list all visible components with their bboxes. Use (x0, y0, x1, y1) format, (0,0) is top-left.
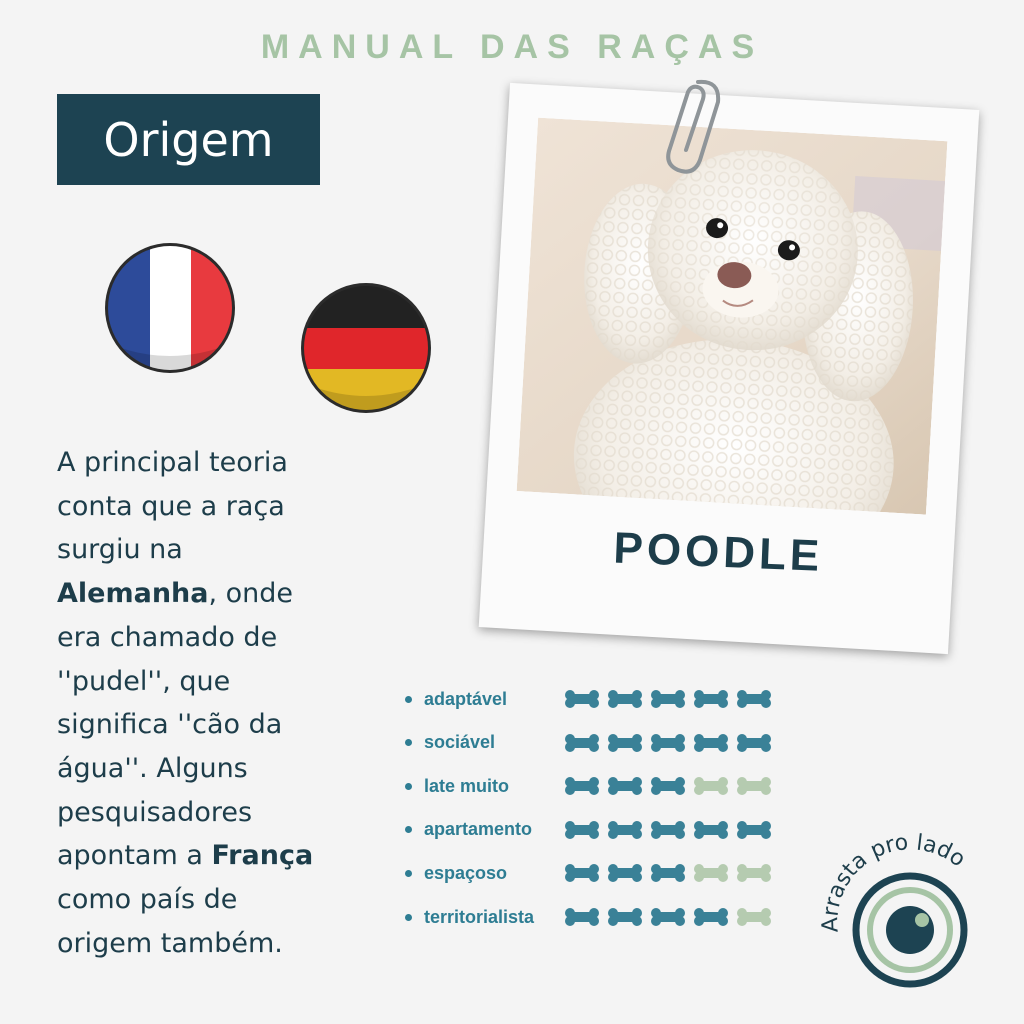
trait-rating (564, 907, 772, 927)
bone-filled-icon (737, 820, 771, 839)
bone-filled-icon (737, 733, 771, 752)
trait-row: sociável (405, 728, 772, 758)
section-title: Origem (103, 112, 274, 167)
swipe-badge[interactable]: Arrasta pro lado (818, 820, 1000, 1000)
trait-row: apartamento (405, 815, 772, 845)
trait-label: sociável (424, 732, 496, 753)
description-line: era chamado de (57, 621, 278, 653)
description-line: ''pudel'', que (57, 665, 231, 697)
bullet-icon (405, 695, 412, 703)
section-title-box: Origem (57, 94, 320, 185)
bone-empty-icon (737, 864, 771, 883)
trait-rating (564, 820, 772, 840)
bone-filled-icon (737, 690, 771, 708)
page-header-title: MANUAL DAS RAÇAS (260, 28, 764, 66)
bone-filled-icon (608, 864, 642, 883)
bone-empty-icon (737, 908, 771, 926)
bone-filled-icon (565, 690, 599, 708)
bone-filled-icon (565, 733, 599, 752)
trait-rating (564, 733, 772, 753)
bone-filled-icon (694, 733, 728, 752)
description-line: pesquisadores (57, 796, 253, 828)
bone-filled-icon (608, 908, 642, 926)
bone-empty-icon (694, 777, 728, 796)
bone-filled-icon (694, 690, 728, 708)
bone-filled-icon (565, 864, 599, 883)
trait-label: adaptável (424, 688, 508, 709)
bullet-icon (405, 826, 412, 834)
bone-filled-icon (651, 908, 685, 926)
bone-filled-icon (651, 733, 685, 752)
bone-filled-icon (565, 820, 599, 839)
bone-filled-icon (694, 820, 728, 839)
france-flag-icon (103, 241, 237, 379)
trait-rating (564, 863, 772, 883)
description-line: A principal teoria (57, 447, 288, 478)
bone-filled-icon (565, 908, 599, 926)
trait-row: espaçoso (405, 858, 772, 888)
bullet-icon (405, 913, 412, 921)
bone-filled-icon (608, 690, 642, 708)
trait-row: late muito (405, 771, 772, 801)
trait-label: territorialista (424, 906, 535, 927)
breed-name: POODLE (612, 523, 825, 581)
description-line: água''. Alguns (57, 752, 248, 784)
trait-row: territorialista (405, 902, 772, 932)
bullet-icon (405, 739, 412, 747)
highlight-germany: Alemanha (57, 578, 209, 610)
bullet-icon (405, 869, 412, 877)
bullet-icon (405, 782, 412, 790)
bone-filled-icon (608, 777, 642, 796)
description-line: significa ''cão da (57, 709, 283, 741)
description-line: origem também. (57, 927, 283, 959)
description-line: conta que a raça (57, 490, 285, 522)
description-line: Alemanha, onde (57, 578, 294, 610)
poodle-photo (516, 117, 948, 515)
origin-description: A principal teoria conta que a raça surg… (57, 441, 357, 965)
trait-label: espaçoso (424, 862, 508, 883)
germany-flag-icon (299, 281, 433, 419)
polaroid-card: POODLE (478, 82, 980, 655)
trait-row: adaptável (405, 684, 772, 714)
bone-filled-icon (565, 777, 599, 796)
bone-filled-icon (608, 733, 642, 752)
description-line: surgiu na (57, 534, 183, 566)
trait-label: late muito (424, 775, 510, 796)
bone-empty-icon (694, 864, 728, 883)
trait-rating (564, 776, 772, 796)
highlight-france: França (211, 840, 314, 872)
bone-empty-icon (737, 777, 771, 796)
bone-filled-icon (608, 820, 642, 839)
description-line: apontam a França (57, 840, 314, 872)
bone-filled-icon (694, 908, 728, 926)
bone-filled-icon (651, 820, 685, 839)
bone-filled-icon (651, 777, 685, 796)
description-line: como país de (57, 884, 238, 916)
paper-clip-icon (660, 76, 728, 180)
bone-filled-icon (651, 864, 685, 883)
trait-label: apartamento (424, 819, 533, 840)
bone-filled-icon (651, 690, 685, 708)
trait-rating (564, 689, 772, 709)
